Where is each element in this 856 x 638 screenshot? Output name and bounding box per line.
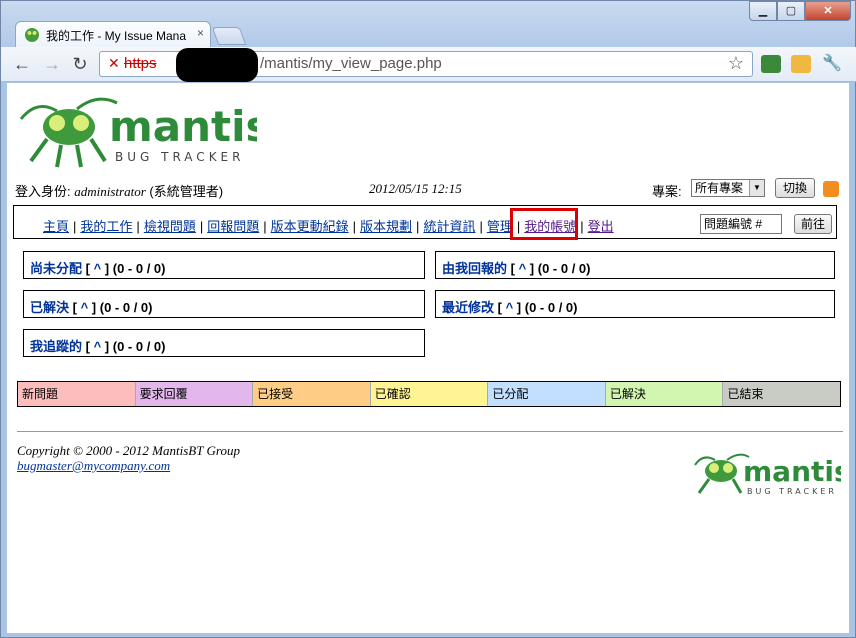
box-resolved-link[interactable]: ^	[81, 300, 89, 315]
issue-id-input[interactable]: 問題編號 #	[700, 214, 782, 234]
url-path: /mantis/my_view_page.php	[260, 55, 442, 72]
url-scheme: https	[124, 55, 157, 72]
mantis-logo[interactable]: mantis BUG TRACKER	[17, 89, 257, 169]
box-recent-link[interactable]: ^	[506, 300, 514, 315]
user-role: (系統管理者)	[145, 184, 224, 199]
legend-assigned: 已分配	[488, 382, 606, 406]
legend-feedback: 要求回覆	[135, 382, 254, 406]
box-unassigned: 尚未分配 [ ^ ] (0 - 0 / 0)	[23, 251, 425, 279]
footer-copyright: Copyright © 2000 - 2012 MantisBT Group b…	[17, 443, 240, 473]
main-menu: 主頁 | 我的工作 | 檢視問題 | 回報問題 | 版本更動紀錄 | 版本規劃 | 統計資訊 | 管理 | 我的…	[13, 205, 837, 240]
legend-closed: 已結束	[723, 382, 841, 406]
forward-icon[interactable]: →	[41, 53, 63, 75]
box-reported-count: (0 - 0 / 0)	[537, 261, 591, 276]
insecure-lock-icon: ✕	[108, 55, 120, 71]
rss-icon[interactable]	[823, 181, 839, 197]
box-unassigned-count: (0 - 0 / 0)	[112, 261, 166, 276]
legend-new: 新問題	[18, 382, 136, 406]
footer-logo-sub: BUG TRACKER	[747, 487, 837, 496]
box-unassigned-link[interactable]: ^	[94, 261, 102, 276]
tab-strip: 我的工作 - My Issue Mana × ▁ ▢ ✕	[1, 1, 856, 47]
minimize-icon[interactable]: ▁	[749, 1, 777, 21]
footer-divider	[17, 431, 843, 432]
username: administrator	[74, 184, 146, 199]
back-icon[interactable]: ←	[11, 53, 33, 75]
wrench-menu-icon[interactable]: 🔧	[821, 53, 843, 75]
box-resolved-count: (0 - 0 / 0)	[99, 300, 153, 315]
browser-toolbar: ← → ↻ ✕ https /mantis/my_view_page.php ☆…	[1, 47, 856, 82]
menu-item-my-view[interactable]: 我的工作	[80, 219, 132, 234]
menu-item-changelog[interactable]: 版本更動紀錄	[271, 219, 349, 234]
box-reported-title[interactable]: 由我回報的	[442, 261, 507, 276]
browser-window: 我的工作 - My Issue Mana × ▁ ▢ ✕ ← → ↻ ✕ htt…	[0, 0, 856, 638]
copyright-text: Copyright © 2000 - 2012 MantisBT Group	[17, 443, 240, 458]
mantis-bug-icon	[19, 97, 118, 168]
legend-confirmed: 已確認	[370, 382, 489, 406]
logo-sub: BUG TRACKER	[115, 150, 244, 164]
menu-item-report-issue[interactable]: 回報問題	[207, 219, 259, 234]
menu-item-view-issues[interactable]: 檢視問題	[144, 219, 196, 234]
box-monitored-title[interactable]: 我追蹤的	[30, 339, 82, 354]
current-datetime: 2012/05/15 12:15	[369, 181, 462, 196]
logo-word: mantis	[109, 102, 257, 151]
project-select[interactable]: 所有專案 ▼	[691, 179, 765, 197]
tab-title: 我的工作 - My Issue Mana	[46, 29, 187, 43]
bookmark-star-icon[interactable]: ☆	[728, 53, 744, 74]
box-reported-by-me: 由我回報的 [ ^ ] (0 - 0 / 0)	[435, 251, 835, 279]
menu-item-logout[interactable]: 登出	[588, 219, 614, 234]
menu-item-manage[interactable]: 管理	[487, 219, 513, 234]
redacted-hostname	[176, 48, 258, 82]
tab-close-icon[interactable]: ×	[197, 26, 204, 40]
manage-highlight-box	[510, 208, 578, 240]
reload-icon[interactable]: ↻	[69, 53, 91, 75]
menu-item-main[interactable]: 主頁	[43, 219, 69, 234]
window-controls: ▁ ▢ ✕	[749, 1, 851, 21]
mantis-bug-small-icon	[694, 453, 750, 494]
mantis-footer-logo[interactable]: mantis BUG TRACKER	[691, 447, 841, 497]
mantis-favicon-icon	[25, 28, 39, 42]
legend-acknowledged: 已接受	[253, 382, 371, 406]
maximize-icon[interactable]: ▢	[777, 1, 805, 21]
box-reported-link[interactable]: ^	[519, 261, 527, 276]
box-recent-count: (0 - 0 / 0)	[524, 300, 578, 315]
page-content: mantis BUG TRACKER 登入身份: administrator (…	[7, 83, 849, 633]
admin-email-link[interactable]: bugmaster@mycompany.com	[17, 458, 240, 473]
legend-resolved: 已解決	[605, 382, 724, 406]
footer-logo-word: mantis	[743, 455, 841, 488]
browser-tab[interactable]: 我的工作 - My Issue Mana ×	[15, 21, 211, 47]
box-resolved-title[interactable]: 已解決	[30, 300, 69, 315]
go-button[interactable]: 前往	[794, 214, 832, 234]
box-recently-modified: 最近修改 [ ^ ] (0 - 0 / 0)	[435, 290, 835, 318]
menu-item-summary[interactable]: 統計資訊	[423, 219, 475, 234]
box-monitored-count: (0 - 0 / 0)	[112, 339, 166, 354]
box-recent-title[interactable]: 最近修改	[442, 300, 494, 315]
switch-project-button[interactable]: 切換	[775, 178, 815, 198]
login-label: 登入身份:	[15, 184, 75, 199]
new-tab-button[interactable]	[211, 27, 247, 45]
evernote-extension-icon[interactable]	[761, 55, 781, 73]
menu-item-roadmap[interactable]: 版本規劃	[360, 219, 412, 234]
box-monitored-link[interactable]: ^	[94, 339, 102, 354]
address-bar[interactable]: ✕ https /mantis/my_view_page.php ☆	[99, 48, 753, 82]
window-close-icon[interactable]: ✕	[805, 1, 851, 21]
project-select-value: 所有專案	[695, 181, 744, 195]
box-resolved: 已解決 [ ^ ] (0 - 0 / 0)	[23, 290, 425, 318]
dropdown-arrow-icon: ▼	[749, 180, 764, 196]
status-legend: 新問題 要求回覆 已接受 已確認 已分配 已解決 已結束	[17, 381, 841, 407]
box-unassigned-title[interactable]: 尚未分配	[30, 261, 82, 276]
box-monitored: 我追蹤的 [ ^ ] (0 - 0 / 0)	[23, 329, 425, 357]
project-label: 專案:	[652, 184, 682, 199]
login-info: 登入身份: administrator (系統管理者)	[15, 181, 223, 200]
speaker-extension-icon[interactable]	[791, 55, 811, 73]
